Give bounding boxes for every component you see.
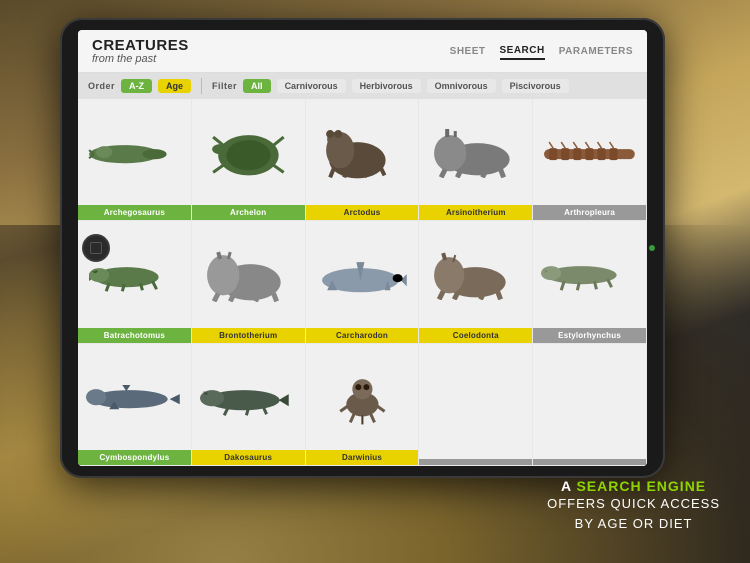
creature-cell[interactable]: Arsinoitherium bbox=[419, 99, 533, 221]
filter-carnivorous[interactable]: Carnivorous bbox=[277, 79, 346, 93]
creature-name: Arsinoitherium bbox=[419, 205, 532, 220]
filter-divider bbox=[201, 78, 202, 94]
app-header: CREATURES from the past SHEET SEARCH PAR… bbox=[78, 30, 647, 73]
creature-name: Darwinius bbox=[306, 450, 419, 465]
creature-name: Arthropleura bbox=[533, 205, 646, 220]
bottom-line3: BY AGE OR DIET bbox=[547, 514, 720, 534]
creature-cell[interactable]: Cymbospondylus bbox=[78, 344, 192, 466]
creature-image bbox=[192, 99, 305, 205]
creature-name: Brontotherium bbox=[192, 328, 305, 343]
nav-search[interactable]: SEARCH bbox=[500, 45, 545, 60]
creature-image bbox=[306, 99, 419, 205]
app-title-sub: from the past bbox=[92, 53, 189, 66]
creature-image bbox=[306, 221, 419, 327]
creature-image bbox=[78, 344, 191, 450]
bottom-line1: A SEARCH ENGINE bbox=[547, 478, 720, 494]
nav-sheet[interactable]: SHEET bbox=[450, 46, 486, 59]
creature-grid: ArchegosaurusArchelonArctodusArsinoither… bbox=[78, 99, 647, 466]
filter-all[interactable]: All bbox=[243, 79, 271, 93]
creature-image bbox=[419, 221, 532, 327]
creature-cell[interactable]: Arthropleura bbox=[533, 99, 647, 221]
creature-name: Batrachotomus bbox=[78, 328, 191, 343]
creature-cell[interactable]: Archegosaurus bbox=[78, 99, 192, 221]
search-engine-highlight: SEARCH ENGINE bbox=[576, 478, 706, 494]
filter-herbivorous[interactable]: Herbivorous bbox=[352, 79, 421, 93]
creature-name: Archelon bbox=[192, 205, 305, 220]
creature-name bbox=[419, 459, 532, 465]
bottom-line2: OFFERS QUICK ACCESS bbox=[547, 494, 720, 514]
creature-name: Coelodonta bbox=[419, 328, 532, 343]
filter-bar: Order A-Z Age Filter All Carnivorous Her… bbox=[78, 73, 647, 99]
app-title: CREATURES from the past bbox=[92, 38, 189, 66]
creature-cell[interactable]: Darwinius bbox=[306, 344, 420, 466]
az-button[interactable]: A-Z bbox=[121, 79, 152, 93]
age-button[interactable]: Age bbox=[158, 79, 191, 93]
ipad-frame: CREATURES from the past SHEET SEARCH PAR… bbox=[60, 18, 665, 478]
order-label: Order bbox=[88, 81, 115, 91]
creature-cell[interactable]: Coelodonta bbox=[419, 221, 533, 343]
creature-image bbox=[533, 344, 646, 459]
creature-cell[interactable]: Estylorhynchus bbox=[533, 221, 647, 343]
camera-dot bbox=[649, 245, 655, 251]
creature-image bbox=[306, 344, 419, 450]
creature-cell[interactable]: Carcharodon bbox=[306, 221, 420, 343]
creature-cell[interactable]: Arctodus bbox=[306, 99, 420, 221]
filter-label: Filter bbox=[212, 81, 237, 91]
creature-cell[interactable]: Dakosaurus bbox=[192, 344, 306, 466]
creature-cell[interactable]: Brontotherium bbox=[192, 221, 306, 343]
creature-name bbox=[533, 459, 646, 465]
filter-omnivorous[interactable]: Omnivorous bbox=[427, 79, 496, 93]
creature-name: Carcharodon bbox=[306, 328, 419, 343]
creature-image bbox=[533, 221, 646, 327]
creature-image bbox=[78, 99, 191, 205]
bottom-text-area: A SEARCH ENGINE OFFERS QUICK ACCESS BY A… bbox=[547, 478, 720, 533]
nav-parameters[interactable]: PARAMETERS bbox=[559, 46, 633, 59]
creature-cell[interactable] bbox=[533, 344, 647, 466]
creature-name: Estylorhynchus bbox=[533, 328, 646, 343]
creature-name: Cymbospondylus bbox=[78, 450, 191, 465]
creature-image bbox=[419, 344, 532, 459]
creature-image bbox=[192, 344, 305, 450]
creature-name: Arctodus bbox=[306, 205, 419, 220]
creature-name: Archegosaurus bbox=[78, 205, 191, 220]
creature-cell[interactable]: Archelon bbox=[192, 99, 306, 221]
creature-name: Dakosaurus bbox=[192, 450, 305, 465]
creature-image bbox=[533, 99, 646, 205]
app-nav: SHEET SEARCH PARAMETERS bbox=[450, 45, 633, 60]
ipad-screen: CREATURES from the past SHEET SEARCH PAR… bbox=[78, 30, 647, 466]
filter-piscivorous[interactable]: Piscivorous bbox=[502, 79, 569, 93]
app-title-bold: CREATURES bbox=[92, 38, 189, 53]
creature-image bbox=[192, 221, 305, 327]
home-button[interactable] bbox=[82, 234, 110, 262]
creature-cell[interactable] bbox=[419, 344, 533, 466]
creature-image bbox=[419, 99, 532, 205]
